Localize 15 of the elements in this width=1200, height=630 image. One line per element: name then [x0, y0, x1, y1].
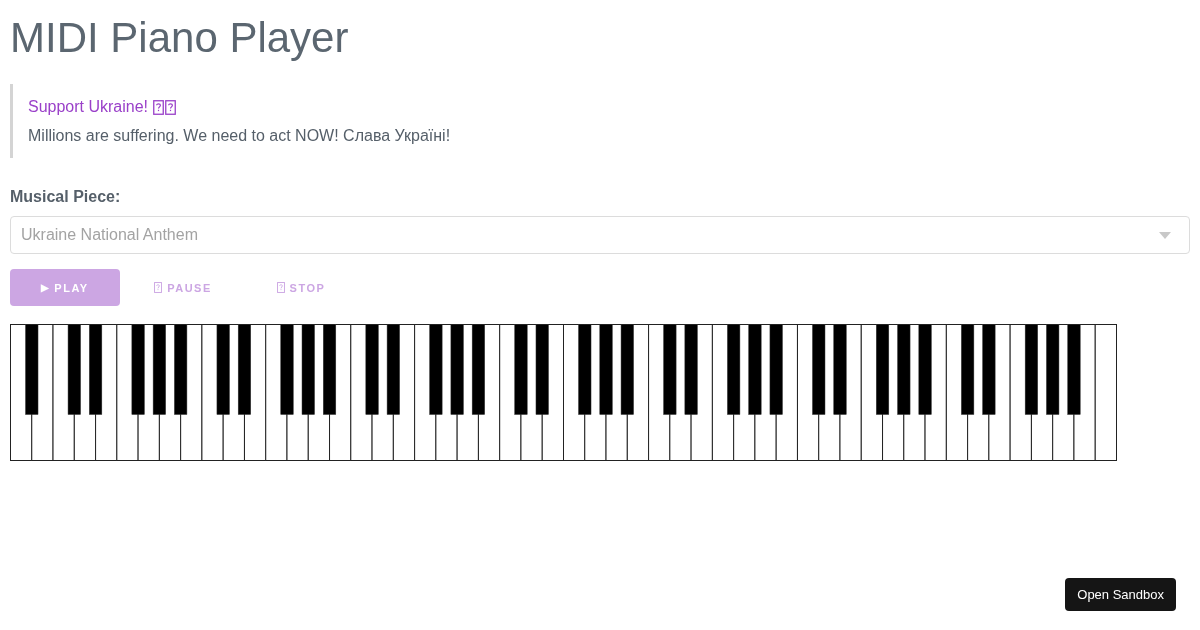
missing-glyph-icon — [276, 282, 285, 293]
play-icon: ▶ — [41, 282, 50, 293]
missing-glyph-icon — [165, 99, 177, 115]
control-button[interactable]: ▶ PLAY — [10, 269, 120, 306]
piece-select[interactable]: Ukraine National Anthem — [10, 216, 1190, 254]
field-label: Musical Piece: — [10, 187, 121, 207]
notice-heading: Support Ukraine! — [28, 97, 149, 117]
caret-icon — [1159, 231, 1171, 239]
notice-message: Millions are suffering. We need to act NOW! Слава Україні! — [28, 126, 451, 146]
control-button[interactable]: PAUSE — [128, 269, 238, 306]
page-title: MIDI Piano Player — [10, 14, 349, 62]
missing-glyph-icon — [154, 282, 163, 293]
missing-glyph-icon — [153, 99, 165, 115]
open-sandbox-button[interactable]: Open Sandbox — [1065, 578, 1176, 611]
control-button[interactable]: STOP — [246, 269, 356, 306]
